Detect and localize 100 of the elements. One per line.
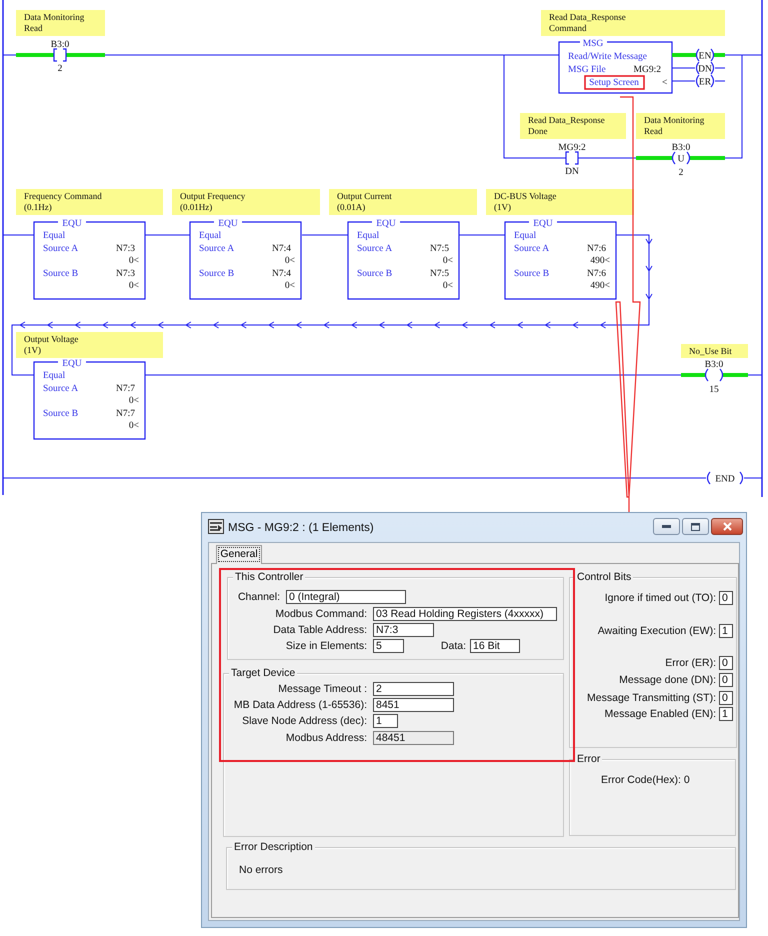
instruction-title: EQU (218, 219, 238, 229)
source-address: N7:7 (116, 384, 135, 394)
field-label: Awaiting Execution (EW): (598, 624, 716, 638)
close-icon (722, 522, 732, 531)
field-label: Message Transmitting (ST): (587, 691, 716, 705)
source-value: 490< (590, 256, 610, 266)
field-label: Channel: (238, 590, 280, 604)
source-address: N7:3 (116, 244, 135, 254)
setup-screen-link[interactable]: Setup Screen (589, 78, 639, 88)
source-label: Source B (43, 409, 78, 419)
highlight-frame (584, 75, 645, 90)
error-code-text: Error Code(Hex): 0 (601, 774, 690, 786)
source-value: 0< (128, 396, 139, 406)
maximize-button[interactable] (682, 518, 709, 535)
rung-comment: DC-BUS Voltage (1V) (486, 189, 634, 215)
input-field[interactable]: 03 Read Holding Registers (4xxxxx) (373, 607, 557, 621)
source-label: Source A (43, 384, 78, 394)
rung-comment: No_Use Bit (681, 344, 748, 358)
source-value: 0< (284, 256, 295, 266)
input-field[interactable]: 2 (373, 682, 454, 696)
output-coil: EN (692, 48, 718, 62)
source-value: 0< (128, 281, 139, 291)
instruction-title: EQU (62, 219, 82, 229)
minimize-icon (662, 525, 671, 528)
window-icon (208, 519, 224, 534)
rung-comment: Data Monitoring Read (636, 113, 725, 139)
instruction-label: Read/Write Message (568, 52, 648, 62)
field-label: Ignore if timed out (TO): (604, 591, 716, 605)
source-label: Source A (514, 244, 550, 254)
source-value: 0< (284, 281, 295, 291)
bit-value-field[interactable]: 1 (719, 707, 733, 721)
field-label: Size in Elements: (286, 639, 367, 653)
source-value: 0< (128, 256, 139, 266)
input-field[interactable]: N7:3 (373, 623, 434, 637)
input-field[interactable]: 16 Bit (470, 639, 520, 653)
more-marker: < (662, 78, 668, 88)
bit-value-field[interactable]: 0 (719, 591, 733, 605)
rung-comment: Data Monitoring Read (16, 10, 105, 36)
field-label: Modbus Address: (286, 731, 367, 745)
instruction-label: Equal (357, 231, 380, 241)
instruction-label: Equal (199, 231, 222, 241)
bit-label: 15 (709, 385, 719, 395)
source-value: 0< (442, 281, 453, 291)
rung-comment: Output Voltage (1V) (16, 332, 163, 358)
field-label: Slave Node Address (dec): (242, 714, 367, 728)
source-address: N7:4 (272, 269, 291, 279)
tab[interactable]: General (216, 545, 262, 564)
instruction-title: MSG (582, 39, 604, 49)
field-label: Message done (DN): (619, 673, 716, 687)
field-label: Message Enabled (EN): (604, 707, 716, 721)
group-title: Target Device (229, 666, 298, 680)
rung-comment: Output Current (0.01A) (329, 189, 477, 215)
source-label: Source A (43, 244, 78, 254)
source-label: Source B (199, 269, 234, 279)
field-label: Modbus Command: (275, 607, 367, 621)
rung-comment: Frequency Command (0.1Hz) (16, 189, 163, 215)
source-address: N7:7 (116, 409, 135, 419)
source-label: Source A (199, 244, 234, 254)
field-label: MB Data Address (1-65536): (234, 698, 367, 712)
field-label: Data Table Address: (273, 623, 367, 637)
bit-label: 2 (678, 168, 684, 178)
input-field[interactable]: 0 (Integral) (286, 590, 406, 604)
instruction-title: EQU (376, 219, 396, 229)
source-value: 0< (442, 256, 453, 266)
bit-value-field[interactable]: 0 (719, 656, 733, 670)
instruction-label: Equal (43, 231, 66, 241)
window-title: MSG - MG9:2 : (1 Elements) (228, 522, 374, 534)
rung-comment: Read Data_Response Done (520, 113, 626, 139)
input-field[interactable]: 8451 (373, 698, 454, 712)
source-label: Source B (514, 269, 550, 279)
instruction-label: Equal (43, 371, 66, 381)
source-address: N7:5 (430, 269, 449, 279)
rung-comment: Read Data_Response Command (541, 10, 725, 36)
bit-label: DN (565, 167, 579, 177)
instruction-title: EQU (533, 219, 553, 229)
input-field[interactable]: 1 (373, 714, 398, 728)
field-label: Error (ER): (665, 656, 716, 670)
bit-value-field[interactable]: 1 (719, 624, 733, 638)
output-coil: ER (696, 74, 714, 88)
address-label: B3:0 (50, 40, 70, 50)
source-label: Source A (357, 244, 392, 254)
file-label: MSG File (568, 65, 606, 75)
input-field[interactable]: 5 (373, 639, 404, 653)
group-title: Error Description (232, 840, 315, 854)
source-value: 0< (128, 421, 139, 431)
minimize-button[interactable] (653, 518, 680, 535)
address-label: MG9:2 (558, 143, 586, 153)
source-label: Source B (357, 269, 392, 279)
maximize-icon (691, 522, 700, 530)
source-address: N7:6 (587, 269, 606, 279)
bit-value-field[interactable]: 0 (719, 673, 733, 687)
address-label: B3:0 (672, 143, 690, 153)
field-label: Message Timeout : (278, 682, 367, 696)
error-description-text: No errors (239, 864, 283, 876)
source-address: N7:6 (587, 244, 606, 254)
field-label: Data: (440, 639, 466, 653)
bit-value-field[interactable]: 0 (719, 691, 733, 705)
rung-comment: Output Frequency (0.01Hz) (172, 189, 320, 215)
source-label: Source B (43, 269, 78, 279)
close-button[interactable] (711, 518, 743, 535)
